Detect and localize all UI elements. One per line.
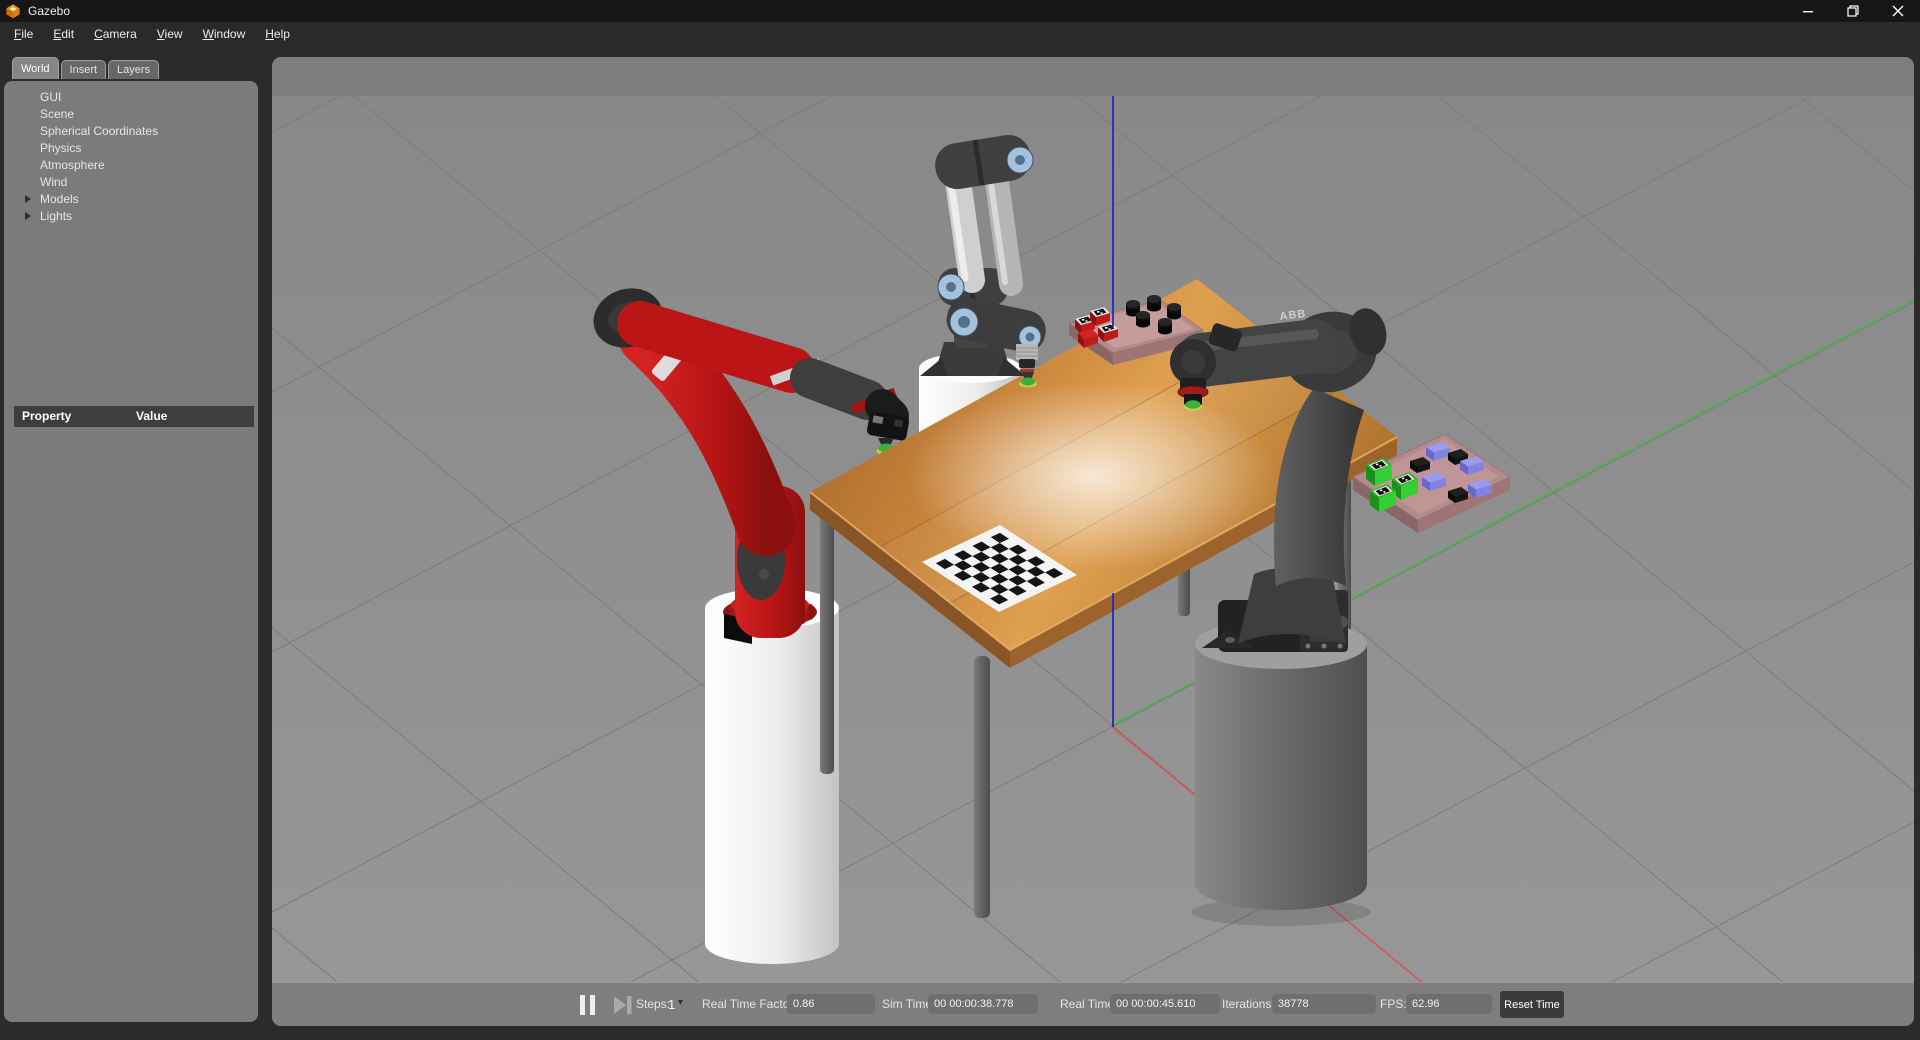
gazebo-logo-icon [5, 3, 21, 19]
tree-item-label: Models [40, 192, 79, 206]
tree-item-label: Spherical Coordinates [40, 124, 158, 138]
title-bar: Gazebo [0, 0, 1920, 22]
tree-item-wind[interactable]: Wind [4, 174, 258, 191]
real-time-field[interactable]: 00 00:00:45.610 [1110, 994, 1220, 1014]
suction-cup [1021, 378, 1035, 386]
red-robot-pedestal[interactable] [705, 588, 839, 964]
panel-tabs: World Insert Layers [12, 57, 161, 79]
restore-button[interactable] [1830, 0, 1875, 22]
suction-cup [1186, 400, 1201, 408]
tab-world[interactable]: World [12, 57, 59, 79]
step-forward-icon [614, 996, 632, 1014]
tree-item-spherical-coordinates[interactable]: Spherical Coordinates [4, 123, 258, 140]
tree-item-gui[interactable]: GUI [4, 89, 258, 106]
tree-item-physics[interactable]: Physics [4, 140, 258, 157]
minimize-button[interactable] [1785, 0, 1830, 22]
expand-arrow-icon[interactable] [25, 195, 31, 203]
property-column-header: Property [22, 406, 71, 427]
black-cylinder[interactable] [1147, 295, 1161, 312]
restore-icon [1847, 5, 1859, 17]
window-title: Gazebo [28, 4, 70, 18]
3d-viewport[interactable]: ABB [272, 96, 1914, 982]
pause-button[interactable] [578, 983, 602, 1026]
tree-item-label: Atmosphere [40, 158, 105, 172]
menu-bar: File Edit Camera View Window Help [0, 22, 1920, 45]
tree-item-models[interactable]: Models [4, 191, 258, 208]
pause-icon [590, 995, 595, 1015]
gazebo-window: Gazebo File Edit Camera View Window Help… [0, 0, 1920, 1040]
black-cylinder[interactable] [1136, 311, 1150, 328]
minimize-icon [1802, 5, 1814, 17]
steps-dropdown-caret[interactable]: ▾ [678, 997, 683, 1008]
tree-item-atmosphere[interactable]: Atmosphere [4, 157, 258, 174]
tree-item-label: Wind [40, 175, 67, 189]
tree-item-label: GUI [40, 90, 61, 104]
fps-label: FPS: [1380, 997, 1407, 1011]
black-cylinder[interactable] [1167, 303, 1181, 320]
tree-item-label: Lights [40, 209, 72, 223]
close-icon [1892, 5, 1904, 17]
reset-time-button[interactable]: Reset Time [1500, 991, 1564, 1018]
tree-item-label: Physics [40, 141, 81, 155]
tree-item-scene[interactable]: Scene [4, 106, 258, 123]
fps-field[interactable]: 62.96 [1406, 994, 1492, 1014]
sim-time-field[interactable]: 00 00:00:38.778 [928, 994, 1038, 1014]
tree-item-lights[interactable]: Lights [4, 208, 258, 225]
menu-view[interactable]: View [147, 24, 193, 44]
menu-window[interactable]: Window [193, 24, 256, 44]
step-button[interactable] [612, 995, 634, 1015]
value-column-header: Value [136, 406, 167, 427]
world-panel: GUI Scene Spherical Coordinates Physics … [4, 81, 258, 1022]
menu-edit[interactable]: Edit [43, 24, 84, 44]
real-time-label: Real Time: [1060, 997, 1117, 1011]
black-cylinder[interactable] [1158, 318, 1172, 335]
menu-help[interactable]: Help [255, 24, 300, 44]
close-button[interactable] [1875, 0, 1920, 22]
menu-file[interactable]: File [4, 24, 43, 44]
steps-label: Steps: [636, 997, 670, 1011]
tab-insert[interactable]: Insert [61, 60, 107, 79]
iterations-label: Iterations: [1222, 997, 1275, 1011]
expand-arrow-icon[interactable] [25, 212, 31, 220]
render-viewport: ▾ ▾ [272, 57, 1914, 1026]
iterations-field[interactable]: 38778 [1272, 994, 1376, 1014]
tree-item-label: Scene [40, 107, 74, 121]
simulation-status-bar: Steps: 1 ▾ Real Time Factor: 0.86 Sim Ti… [272, 982, 1914, 1026]
pause-icon [580, 995, 585, 1015]
steps-value[interactable]: 1 [668, 997, 675, 1012]
property-table-header: Property Value [14, 406, 254, 427]
rtf-field[interactable]: 0.86 [787, 994, 875, 1014]
tab-layers[interactable]: Layers [108, 60, 159, 79]
rtf-label: Real Time Factor: [702, 997, 797, 1011]
menu-camera[interactable]: Camera [84, 24, 147, 44]
